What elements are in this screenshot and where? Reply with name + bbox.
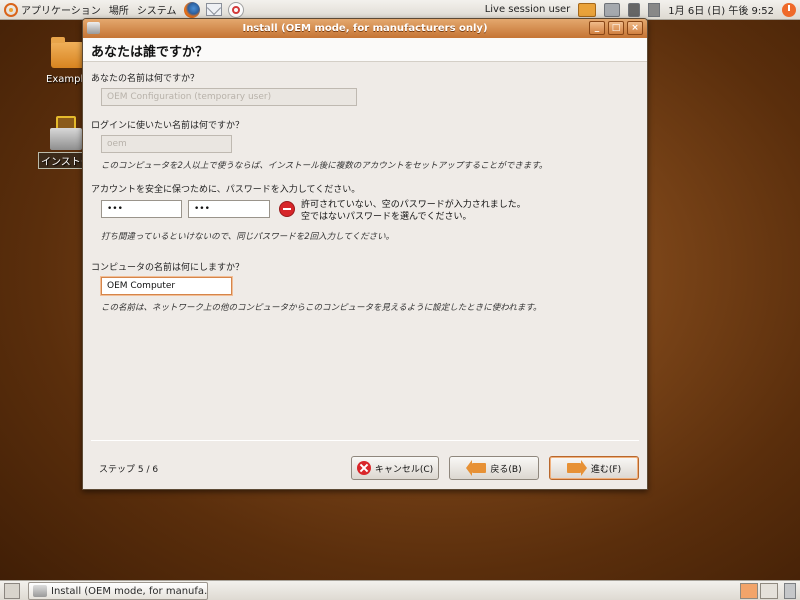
form-content: あなたの名前は何ですか？ ログインに使いたい名前は何ですか？ このコンピュータを… (83, 63, 647, 490)
minimize-button[interactable]: _ (589, 21, 605, 35)
show-desktop-icon[interactable] (4, 583, 20, 599)
volume-icon[interactable] (648, 2, 661, 17)
login-name-field[interactable] (101, 135, 232, 153)
window-app-icon[interactable] (87, 22, 100, 34)
top-panel: アプリケーション 場所 システム Live session user 1月 6日… (0, 0, 800, 20)
login-label: ログインに使いたい名前は何ですか？ (91, 121, 245, 131)
taskbar-window-button[interactable]: Install (OEM mode, for manufa… (28, 582, 208, 600)
back-button[interactable]: 戻る(B) (449, 456, 539, 480)
maximize-button[interactable]: □ (608, 21, 624, 35)
system-menu[interactable]: システム (133, 0, 181, 20)
window-titlebar[interactable]: Install (OEM mode, for manufacturers onl… (83, 19, 647, 38)
cancel-icon (356, 461, 371, 475)
ubuntu-logo-icon (4, 2, 18, 17)
power-icon[interactable] (782, 2, 796, 17)
installer-icon (46, 114, 86, 152)
forward-arrow-icon (566, 460, 587, 476)
keyboard-icon[interactable] (604, 2, 621, 17)
clock[interactable]: 1月 6日 (日) 午後 9:52 (664, 0, 778, 20)
bottom-panel: Install (OEM mode, for manufa… (0, 580, 800, 600)
name-label: あなたの名前は何ですか？ (91, 74, 200, 84)
switch-user-icon[interactable] (578, 2, 597, 17)
hostname-label: コンピュータの名前は何にしますか？ (91, 263, 245, 273)
password-error-line1: 許可されていない、空のパスワードが入力されました。 (301, 200, 526, 210)
trash-icon[interactable] (784, 583, 796, 599)
task-app-icon (33, 585, 47, 597)
password-label: アカウントを安全に保つために、パスワードを入力してください。 (91, 185, 361, 195)
help-icon[interactable] (227, 1, 244, 18)
password-field[interactable] (101, 200, 182, 218)
error-icon (279, 201, 295, 217)
applications-menu[interactable]: アプリケーション (0, 0, 105, 20)
close-button[interactable]: × (627, 21, 643, 35)
workspace-2[interactable] (760, 583, 778, 599)
cancel-button-label: キャンセル(C) (374, 464, 434, 475)
firefox-icon[interactable] (183, 1, 200, 18)
places-menu[interactable]: 場所 (105, 0, 133, 20)
mail-icon[interactable] (205, 3, 222, 16)
login-note: このコンピュータを2人以上で使うならば、インストール後に複数のアカウントをセット… (101, 161, 548, 171)
network-icon[interactable] (628, 2, 641, 17)
password-note: 打ち間違っているといけないので、同じパスワードを2回入力してください。 (101, 232, 395, 242)
taskbar-window-label: Install (OEM mode, for manufa… (51, 585, 208, 597)
full-name-field[interactable] (101, 88, 357, 106)
workspace-1[interactable] (740, 583, 758, 599)
installer-window: Install (OEM mode, for manufacturers onl… (82, 18, 648, 490)
divider (91, 440, 639, 441)
back-button-label: 戻る(B) (490, 464, 522, 475)
password-error-line2: 空ではないパスワードを選んでください。 (301, 212, 472, 222)
user-switcher[interactable]: Live session user (481, 0, 575, 20)
folder-icon (50, 37, 85, 68)
window-title: Install (OEM mode, for manufacturers onl… (242, 23, 488, 34)
back-arrow-icon (466, 460, 487, 476)
applications-menu-label: アプリケーション (21, 6, 101, 17)
hostname-note: この名前は、ネットワーク上の他のコンピュータからこのコンピュータを見えるように設… (101, 303, 542, 313)
cancel-button[interactable]: キャンセル(C) (351, 456, 439, 480)
page-title: あなたは誰ですか？ (83, 38, 647, 62)
forward-button-label: 進む(F) (590, 464, 622, 475)
hostname-field[interactable] (101, 277, 232, 295)
password-confirm-field[interactable] (188, 200, 270, 218)
forward-button[interactable]: 進む(F) (549, 456, 639, 480)
step-indicator: ステップ 5 / 6 (99, 465, 159, 475)
